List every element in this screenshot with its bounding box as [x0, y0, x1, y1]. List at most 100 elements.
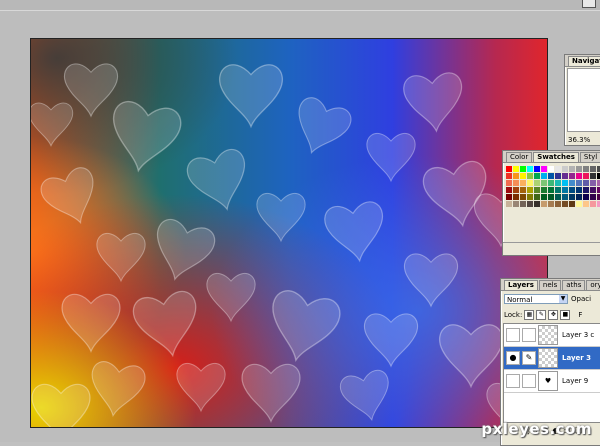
color-swatch[interactable] [562, 194, 568, 200]
color-swatch[interactable] [555, 187, 561, 193]
color-swatch[interactable] [548, 166, 554, 172]
color-swatch[interactable] [562, 166, 568, 172]
color-swatch[interactable] [548, 173, 554, 179]
color-swatch[interactable] [569, 187, 575, 193]
lock-transparent-icon[interactable]: ▦ [524, 310, 535, 320]
color-swatch[interactable] [534, 166, 540, 172]
color-swatch[interactable] [569, 166, 575, 172]
color-swatch[interactable] [576, 201, 582, 207]
color-swatch[interactable] [541, 166, 547, 172]
color-swatch[interactable] [583, 194, 589, 200]
color-swatch[interactable] [506, 187, 512, 193]
navigator-zoom[interactable]: 36.3% [568, 136, 590, 144]
visibility-toggle[interactable] [506, 374, 520, 388]
color-swatch[interactable] [555, 173, 561, 179]
color-swatch[interactable] [548, 187, 554, 193]
color-swatch[interactable] [513, 173, 519, 179]
color-swatch[interactable] [513, 187, 519, 193]
color-swatch[interactable] [548, 194, 554, 200]
color-swatch[interactable] [527, 194, 533, 200]
color-swatch[interactable] [520, 187, 526, 193]
close-icon[interactable] [582, 0, 596, 8]
tab-paths[interactable]: aths [562, 280, 586, 290]
navigator-preview[interactable] [567, 68, 600, 132]
color-swatch[interactable] [590, 166, 596, 172]
link-toggle[interactable] [522, 328, 536, 342]
color-swatch[interactable] [541, 194, 547, 200]
color-swatch[interactable] [527, 180, 533, 186]
brush-icon[interactable]: ✎ [522, 351, 536, 365]
color-swatch[interactable] [583, 180, 589, 186]
tab-color[interactable]: Color [506, 152, 533, 162]
color-swatch[interactable] [527, 187, 533, 193]
color-swatch[interactable] [576, 180, 582, 186]
color-swatch[interactable] [520, 180, 526, 186]
color-swatch[interactable] [555, 201, 561, 207]
color-swatch[interactable] [513, 201, 519, 207]
color-swatch[interactable] [520, 201, 526, 207]
color-swatch[interactable] [506, 180, 512, 186]
color-swatch[interactable] [534, 173, 540, 179]
color-swatch[interactable] [555, 180, 561, 186]
tab-navigator[interactable]: Navigat [568, 56, 600, 66]
lock-move-icon[interactable]: ✥ [548, 310, 559, 320]
color-swatch[interactable] [590, 201, 596, 207]
color-swatch[interactable] [541, 187, 547, 193]
color-swatch[interactable] [590, 187, 596, 193]
color-swatch[interactable] [590, 194, 596, 200]
color-swatch[interactable] [569, 201, 575, 207]
lock-paint-icon[interactable]: ✎ [536, 310, 547, 320]
color-swatch[interactable] [583, 201, 589, 207]
document-canvas[interactable] [30, 38, 548, 428]
lock-all-icon[interactable]: ■ [560, 310, 571, 320]
color-swatch[interactable] [555, 194, 561, 200]
tab-channels[interactable]: nels [538, 280, 562, 290]
color-swatch[interactable] [583, 166, 589, 172]
link-toggle[interactable] [522, 374, 536, 388]
color-swatch[interactable] [534, 201, 540, 207]
color-swatch[interactable] [506, 194, 512, 200]
layer-row-layer-9[interactable]: ♥ Layer 9 [504, 370, 600, 393]
layer-row-layer-3[interactable]: ● ✎ Layer 3 [504, 347, 600, 370]
color-swatch[interactable] [548, 180, 554, 186]
color-swatch[interactable] [534, 180, 540, 186]
color-swatch[interactable] [569, 180, 575, 186]
color-swatch[interactable] [562, 173, 568, 179]
tab-styles[interactable]: Styl [579, 152, 600, 162]
color-swatch[interactable] [513, 180, 519, 186]
color-swatch[interactable] [562, 187, 568, 193]
color-swatch[interactable] [541, 180, 547, 186]
color-swatch[interactable] [590, 180, 596, 186]
tab-layers[interactable]: Layers [504, 280, 538, 290]
color-swatch[interactable] [520, 166, 526, 172]
color-swatch[interactable] [534, 187, 540, 193]
color-swatch[interactable] [555, 166, 561, 172]
color-swatch[interactable] [562, 201, 568, 207]
layer-row-layer-3-copy[interactable]: Layer 3 c [504, 324, 600, 347]
color-swatch[interactable] [506, 201, 512, 207]
color-swatch[interactable] [534, 194, 540, 200]
color-swatch[interactable] [520, 173, 526, 179]
color-swatch[interactable] [520, 194, 526, 200]
color-swatch[interactable] [562, 180, 568, 186]
visibility-toggle[interactable] [506, 328, 520, 342]
color-swatch[interactable] [541, 201, 547, 207]
color-swatch[interactable] [527, 166, 533, 172]
color-swatch[interactable] [576, 166, 582, 172]
color-swatch[interactable] [576, 173, 582, 179]
color-swatch[interactable] [506, 173, 512, 179]
color-swatch[interactable] [506, 166, 512, 172]
color-swatch[interactable] [569, 173, 575, 179]
tab-swatches[interactable]: Swatches [533, 152, 579, 162]
color-swatch[interactable] [576, 187, 582, 193]
color-swatch[interactable] [541, 173, 547, 179]
color-swatch[interactable] [513, 166, 519, 172]
color-swatch[interactable] [527, 201, 533, 207]
color-swatch[interactable] [527, 173, 533, 179]
tab-history[interactable]: ory [586, 280, 600, 290]
blend-mode-select[interactable]: Normal ▼ [504, 294, 568, 304]
color-swatch[interactable] [590, 173, 596, 179]
eye-icon[interactable]: ● [506, 351, 520, 365]
color-swatch[interactable] [513, 194, 519, 200]
color-swatch[interactable] [583, 187, 589, 193]
